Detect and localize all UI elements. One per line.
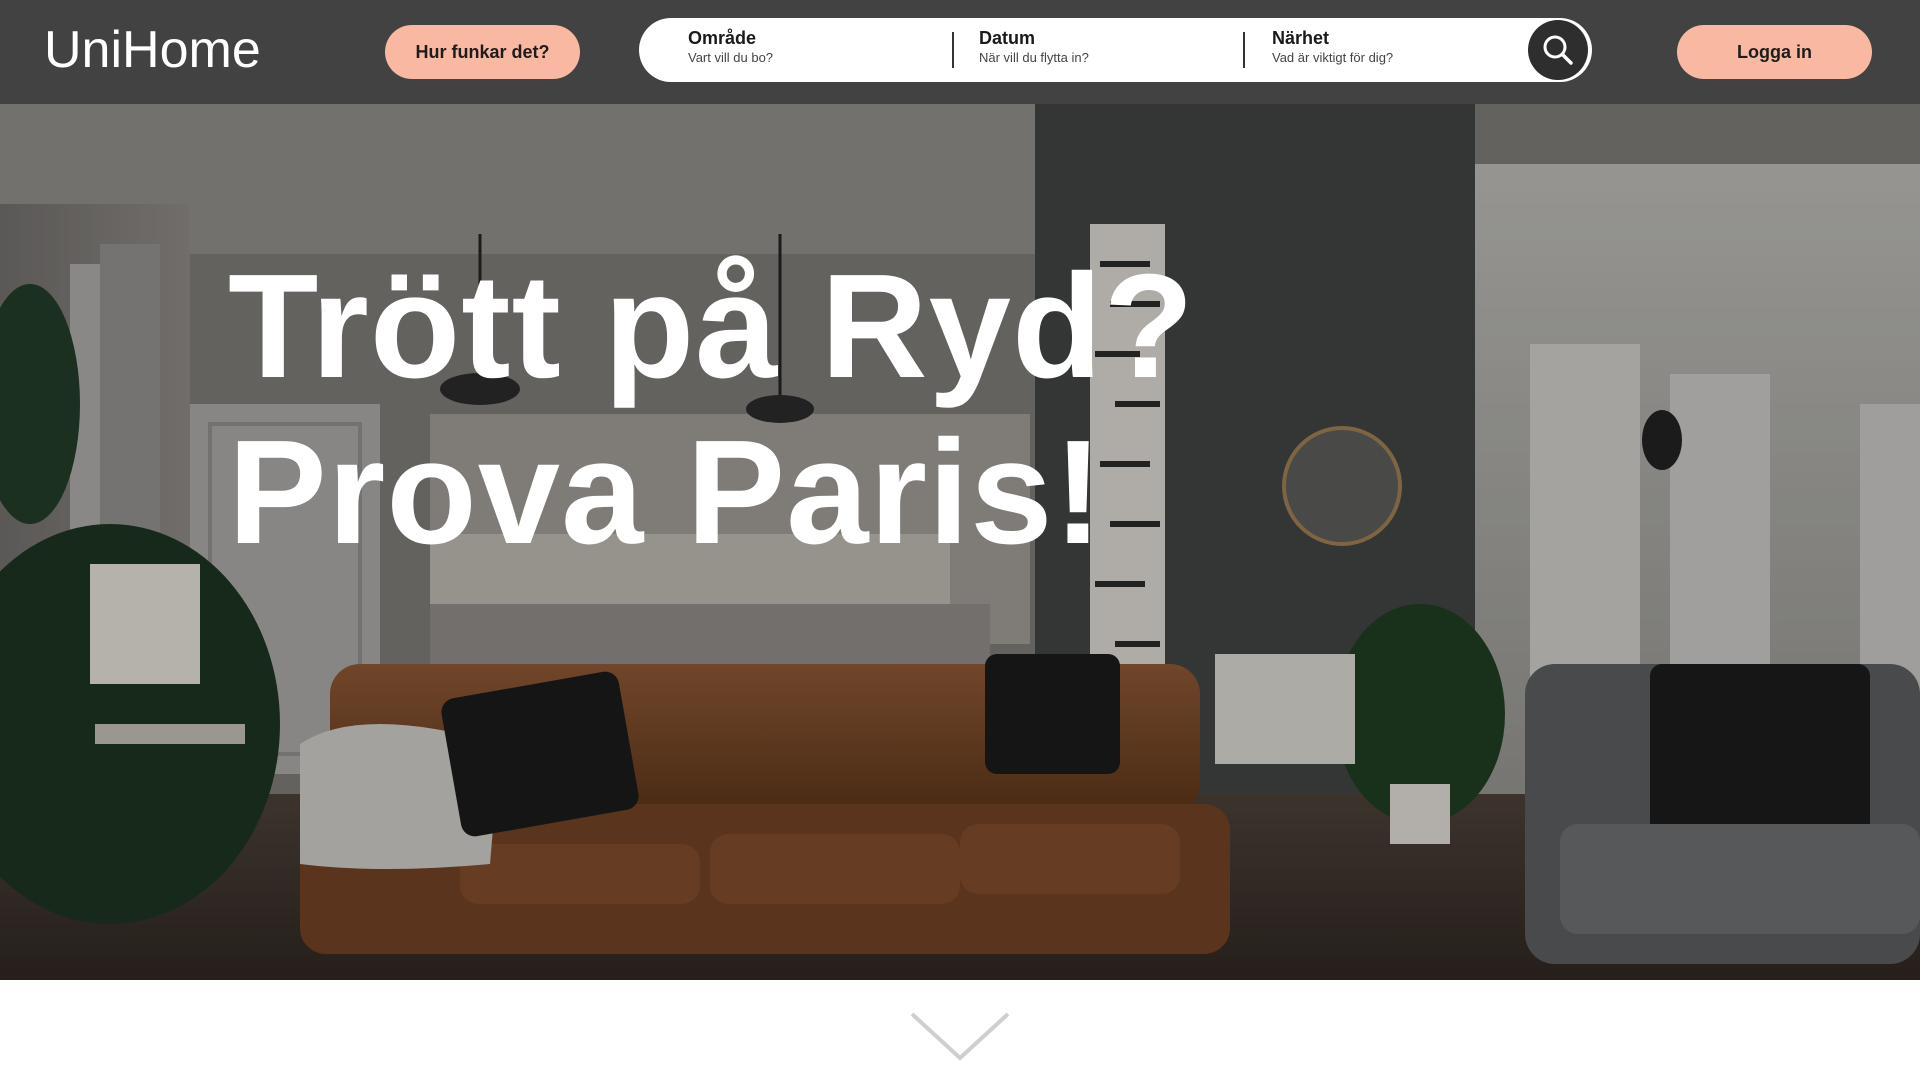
chevron-down-icon [910, 1012, 1010, 1061]
date-field-label: Datum [979, 28, 1036, 48]
proximity-field[interactable]: Närhet Vad är viktigt för dig? [1272, 18, 1532, 82]
area-field-label: Område [688, 28, 757, 48]
hero-headline: Trött på Ryd? Prova Paris! [228, 244, 1195, 576]
hero-headline-line-1: Trött på Ryd? [228, 244, 1195, 409]
proximity-field-placeholder: Vad är viktigt för dig? [1272, 50, 1394, 65]
top-navbar: UniHome Hur funkar det? Område Vart vill… [0, 0, 1920, 104]
logo[interactable]: UniHome [44, 20, 261, 80]
date-field[interactable]: Datum När vill du flytta in? [979, 18, 1239, 82]
how-it-works-button[interactable]: Hur funkar det? [385, 25, 580, 79]
scroll-down-button[interactable] [908, 1010, 1012, 1062]
search-bar: Område Vart vill du bo? Datum När vill d… [639, 18, 1592, 82]
search-divider [1243, 32, 1245, 68]
login-button[interactable]: Logga in [1677, 25, 1872, 79]
search-button[interactable] [1528, 20, 1588, 80]
date-field-placeholder: När vill du flytta in? [979, 50, 1089, 65]
area-field[interactable]: Område Vart vill du bo? [688, 18, 948, 82]
hero-section: Trött på Ryd? Prova Paris! [0, 104, 1920, 980]
hero-headline-line-2: Prova Paris! [228, 410, 1104, 575]
search-icon [1543, 35, 1573, 65]
area-field-placeholder: Vart vill du bo? [688, 50, 774, 65]
proximity-field-label: Närhet [1272, 28, 1330, 48]
search-divider [952, 32, 954, 68]
